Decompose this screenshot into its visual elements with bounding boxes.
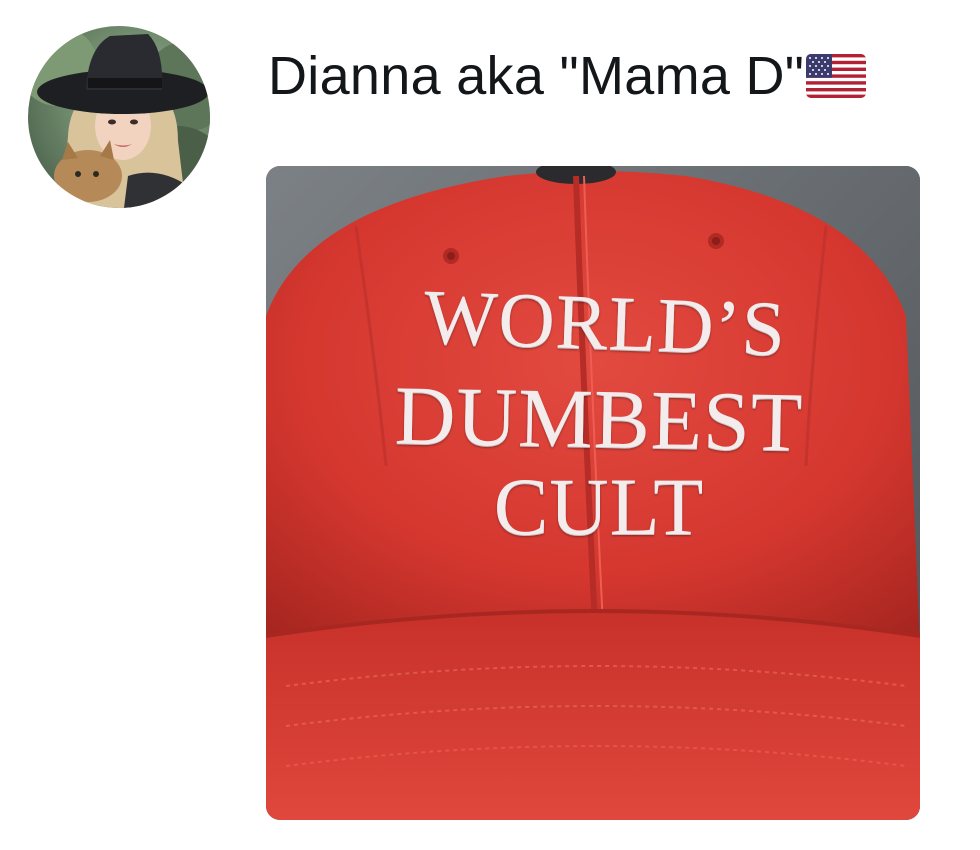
post-image[interactable]: WORLD’S DUMBEST CULT (266, 166, 920, 820)
author-name-row[interactable]: Dianna aka "Mama D" (268, 40, 867, 112)
avatar-photo-icon (28, 26, 210, 208)
post-card: Dianna aka "Mama D" WORLD’S DUMBEST CULT (0, 0, 980, 850)
author-avatar[interactable] (28, 26, 210, 208)
us-flag-icon (806, 54, 867, 98)
cap-text-line-3: CULT (493, 461, 705, 552)
cap-text-line-2: DUMBEST (394, 369, 804, 470)
author-display-name[interactable]: Dianna aka "Mama D" (268, 45, 804, 107)
